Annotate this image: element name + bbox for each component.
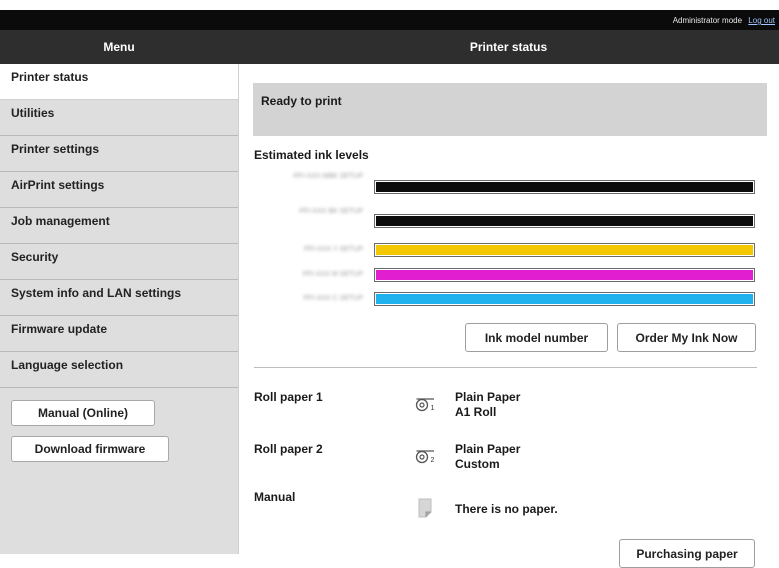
sidebar: Printer status Utilities Printer setting…	[0, 64, 239, 554]
ink-level-fill	[376, 216, 753, 226]
ink-label: PFI-XXX BK SETUP	[299, 208, 363, 215]
sidebar-item-label: System info and LAN settings	[11, 286, 182, 300]
roll-number: 2	[431, 457, 435, 464]
ink-label: PFI-XXX C SETUP	[303, 295, 363, 302]
ink-level-bar	[374, 243, 755, 257]
ink-level-fill	[376, 294, 753, 304]
roll-paper-1-icon: 1	[415, 398, 435, 412]
sidebar-item-label: Security	[11, 250, 59, 264]
ink-level-fill	[376, 245, 753, 255]
sidebar-item-language-selection[interactable]: Language selection	[0, 352, 238, 388]
sidebar-item-utilities[interactable]: Utilities	[0, 100, 238, 136]
roll-paper-1-size: A1 Roll	[455, 405, 497, 419]
ink-label: PFI-XXX M SETUP	[302, 271, 363, 278]
main-content: Ready to print Estimated ink levels PFI-…	[239, 64, 779, 568]
sidebar-item-label: Utilities	[11, 106, 55, 120]
ink-levels-title: Estimated ink levels	[254, 148, 369, 162]
ink-level-bar	[374, 214, 755, 228]
sidebar-item-security[interactable]: Security	[0, 244, 238, 280]
sheet-paper-icon	[418, 498, 432, 518]
roll-paper-2-label: Roll paper 2	[254, 442, 323, 456]
page-title: Printer status	[469, 40, 548, 54]
manual-paper-label: Manual	[254, 490, 296, 504]
manual-paper-status: There is no paper.	[455, 502, 558, 516]
ink-level-fill	[376, 182, 753, 192]
ink-level-bar	[374, 180, 755, 194]
ink-level-fill	[376, 270, 753, 280]
sidebar-item-printer-settings[interactable]: Printer settings	[0, 136, 238, 172]
download-firmware-button[interactable]: Download firmware	[11, 436, 169, 462]
sidebar-item-label: Printer status	[11, 70, 89, 84]
sidebar-item-label: Language selection	[11, 358, 124, 372]
sidebar-item-label: Firmware update	[11, 322, 108, 336]
ink-level-bar	[374, 292, 755, 306]
sidebar-item-label: Job management	[11, 214, 110, 228]
roll-paper-2-size: Custom	[455, 457, 500, 471]
sidebar-item-airprint-settings[interactable]: AirPrint settings	[0, 172, 238, 208]
manual-online-button[interactable]: Manual (Online)	[11, 400, 155, 426]
admin-mode-label: Administrator mode	[672, 16, 743, 25]
roll-paper-1-label: Roll paper 1	[254, 390, 323, 404]
order-ink-button[interactable]: Order My Ink Now	[617, 323, 756, 352]
header-bar: Menu Printer status	[0, 30, 779, 64]
ink-label: PFI-XXX MBK SETUP	[293, 173, 363, 180]
roll-paper-2-type: Plain Paper	[455, 442, 521, 456]
roll-paper-1-info: Plain Paper A1 Roll	[455, 390, 520, 420]
menu-title: Menu	[103, 40, 135, 54]
top-bar-right: Administrator mode Log out	[673, 16, 775, 25]
ink-label: PFI-XXX Y SETUP	[304, 246, 363, 253]
logout-link[interactable]: Log out	[748, 16, 775, 25]
sidebar-item-job-management[interactable]: Job management	[0, 208, 238, 244]
divider	[254, 367, 757, 368]
top-bar: Administrator mode Log out	[0, 10, 779, 30]
roll-paper-1-type: Plain Paper	[455, 390, 521, 404]
ink-model-number-button[interactable]: Ink model number	[465, 323, 608, 352]
roll-paper-2-icon: 2	[415, 450, 435, 464]
status-text: Ready to print	[261, 94, 342, 108]
roll-paper-2-info: Plain Paper Custom	[455, 442, 520, 472]
sidebar-item-printer-status[interactable]: Printer status	[0, 64, 238, 100]
sidebar-item-label: Printer settings	[11, 142, 100, 156]
sidebar-item-firmware-update[interactable]: Firmware update	[0, 316, 238, 352]
status-box: Ready to print	[253, 83, 767, 136]
roll-number: 1	[431, 405, 435, 412]
ink-level-bar	[374, 268, 755, 282]
sidebar-item-system-info[interactable]: System info and LAN settings	[0, 280, 238, 316]
sidebar-item-label: AirPrint settings	[11, 178, 105, 192]
